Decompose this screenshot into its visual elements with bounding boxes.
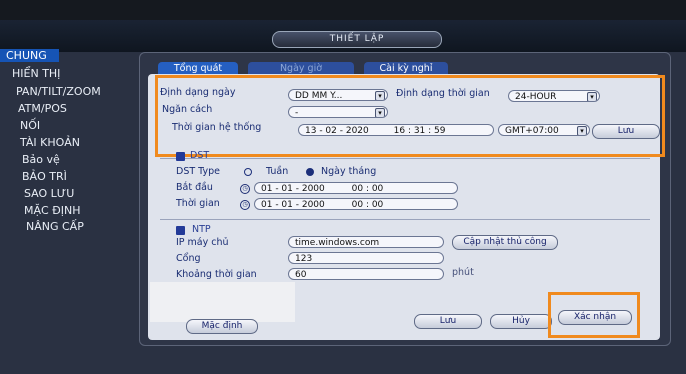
dst-date-radio[interactable] bbox=[306, 168, 314, 176]
ntp-server-label: IP máy chủ bbox=[176, 237, 229, 248]
dst-end-field[interactable]: 01 - 01 - 2000 00 : 00 bbox=[254, 198, 458, 210]
manual-update-button[interactable]: Cập nhật thủ công bbox=[452, 235, 558, 250]
highlight-datetime-box bbox=[155, 75, 665, 157]
dst-week-label: Tuần bbox=[266, 166, 289, 177]
cancel-button[interactable]: Hủy bbox=[490, 314, 552, 329]
sidebar-item-bao-ve[interactable]: Bảo vệ bbox=[22, 153, 60, 166]
divider bbox=[160, 158, 650, 159]
sidebar-item-noi[interactable]: NỐI bbox=[20, 119, 40, 132]
dst-start-field[interactable]: 01 - 01 - 2000 00 : 00 bbox=[254, 182, 458, 194]
dst-week-radio[interactable] bbox=[244, 168, 252, 176]
highlight-confirm-box bbox=[548, 292, 640, 338]
sidebar-item-sao-luu[interactable]: SAO LƯU bbox=[24, 187, 74, 200]
sidebar-item-pan-tilt-zoom[interactable]: PAN/TILT/ZOOM bbox=[16, 85, 101, 98]
default-button[interactable]: Mặc định bbox=[186, 319, 258, 334]
dst-type-label: DST Type bbox=[176, 166, 220, 177]
screen-glare bbox=[150, 282, 295, 322]
dst-date-label: Ngày tháng bbox=[321, 166, 377, 177]
sidebar-item-tai-khoan[interactable]: TÀI KHOẢN bbox=[20, 136, 80, 149]
dst-end-date: 01 - 01 - 2000 bbox=[261, 200, 325, 210]
sidebar-item-bao-tri[interactable]: BẢO TRÌ bbox=[22, 170, 67, 183]
dst-start-date: 01 - 01 - 2000 bbox=[261, 184, 325, 194]
sidebar-item-hien-thi[interactable]: HIỂN THỊ bbox=[12, 67, 60, 80]
divider bbox=[160, 219, 650, 220]
dst-start-label: Bắt đầu bbox=[176, 182, 213, 193]
dst-checkbox[interactable] bbox=[176, 152, 185, 161]
save-button[interactable]: Lưu bbox=[414, 314, 482, 329]
dst-end-label: Thời gian bbox=[176, 198, 220, 209]
sidebar-item-chung[interactable]: CHUNG bbox=[0, 49, 59, 62]
sidebar-item-mac-dinh[interactable]: MẶC ĐỊNH bbox=[24, 204, 80, 217]
sidebar-item-atm-pos[interactable]: ATM/POS bbox=[18, 102, 67, 115]
clock-icon: ◷ bbox=[240, 200, 250, 210]
dst-label: DST bbox=[190, 150, 210, 161]
ntp-server-input[interactable]: time.windows.com bbox=[288, 236, 444, 248]
sidebar-item-nang-cap[interactable]: NÂNG CẤP bbox=[26, 220, 84, 233]
clock-icon: ◷ bbox=[240, 184, 250, 194]
window-title: THIẾT LẬP bbox=[272, 31, 442, 48]
ntp-checkbox[interactable] bbox=[176, 226, 185, 235]
ntp-port-input[interactable]: 123 bbox=[288, 252, 444, 264]
ntp-interval-input[interactable]: 60 bbox=[288, 268, 444, 280]
ntp-port-label: Cổng bbox=[176, 253, 201, 264]
ntp-label: NTP bbox=[192, 224, 211, 235]
ntp-interval-unit: phút bbox=[452, 267, 474, 278]
ntp-interval-label: Khoảng thời gian bbox=[176, 269, 257, 280]
dst-end-time: 00 : 00 bbox=[351, 200, 384, 210]
dst-start-time: 00 : 00 bbox=[351, 184, 384, 194]
